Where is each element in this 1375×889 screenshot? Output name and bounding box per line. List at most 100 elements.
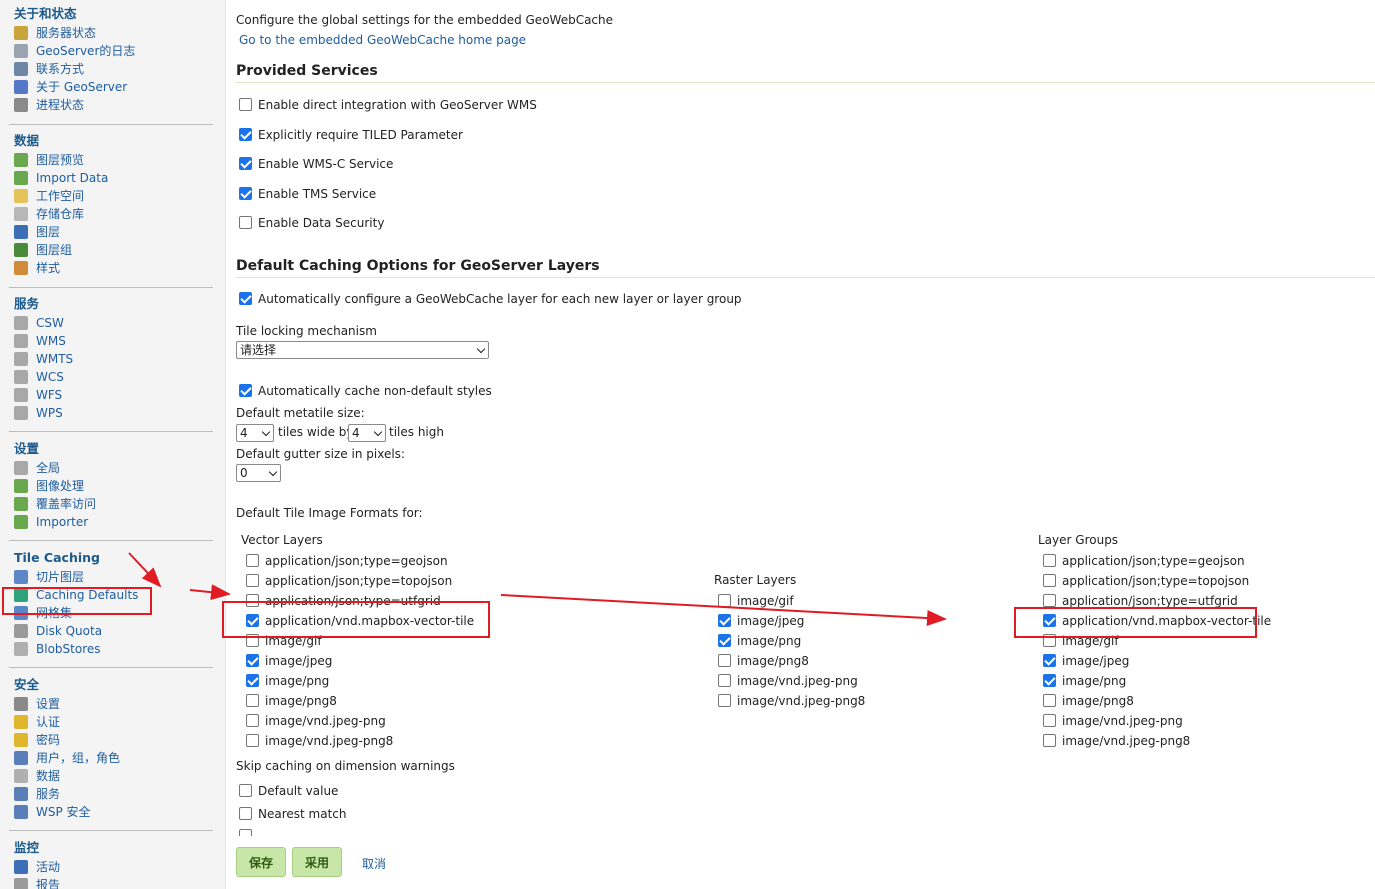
option-checkbox[interactable] — [239, 216, 252, 229]
option-checkbox[interactable] — [239, 98, 252, 111]
sidebar-item[interactable]: 图像处理 — [9, 477, 214, 495]
apply-button[interactable]: 采用 — [292, 847, 342, 877]
option-checkbox[interactable] — [1043, 734, 1056, 747]
sidebar-item[interactable]: 工作空间 — [9, 187, 214, 205]
sidebar-item[interactable]: 服务 — [9, 785, 214, 803]
sidebar-item[interactable]: 关于 GeoServer — [9, 78, 214, 96]
checkbox-option[interactable]: image/vnd.jpeg-png8 — [718, 692, 865, 710]
checkbox-option[interactable]: Enable TMS Service — [239, 185, 376, 203]
checkbox-option[interactable]: application/json;type=geojson — [1043, 552, 1245, 570]
sidebar-item[interactable]: 全局 — [9, 459, 214, 477]
sidebar-item[interactable]: Import Data — [9, 169, 214, 187]
option-checkbox[interactable] — [239, 784, 252, 797]
checkbox-option[interactable]: image/vnd.jpeg-png — [1043, 712, 1183, 730]
metatile-wide-select[interactable]: 4 — [236, 424, 274, 442]
sidebar-item[interactable]: 切片图层 — [9, 568, 214, 586]
checkbox-option[interactable]: image/png — [718, 632, 801, 650]
option-checkbox[interactable] — [718, 634, 731, 647]
sidebar-item[interactable]: GeoServer的日志 — [9, 42, 214, 60]
sidebar-item[interactable]: 图层预览 — [9, 151, 214, 169]
option-checkbox[interactable] — [718, 694, 731, 707]
sidebar-item[interactable]: 服务器状态 — [9, 24, 214, 42]
checkbox-option[interactable]: application/json;type=topojson — [246, 572, 452, 590]
option-checkbox[interactable] — [246, 694, 259, 707]
option-checkbox[interactable] — [718, 614, 731, 627]
option-checkbox[interactable] — [1043, 694, 1056, 707]
option-checkbox[interactable] — [246, 554, 259, 567]
checkbox-option[interactable]: application/json;type=topojson — [1043, 572, 1249, 590]
option-checkbox[interactable] — [239, 157, 252, 170]
sidebar-item[interactable]: 图层组 — [9, 241, 214, 259]
cancel-link[interactable]: 取消 — [362, 855, 386, 872]
checkbox-option[interactable]: Explicitly require TILED Parameter — [239, 126, 463, 144]
checkbox-option[interactable]: image/jpeg — [1043, 652, 1129, 670]
option-checkbox[interactable] — [718, 594, 731, 607]
checkbox-option[interactable]: image/vnd.jpeg-png — [246, 712, 386, 730]
option-checkbox[interactable] — [246, 674, 259, 687]
checkbox-option[interactable]: Enable direct integration with GeoServer… — [239, 96, 537, 114]
sidebar-item[interactable]: WCS — [9, 368, 214, 386]
sidebar-item[interactable]: 报告 — [9, 876, 214, 889]
auto-configure-checkbox[interactable] — [239, 292, 252, 305]
option-checkbox[interactable] — [246, 574, 259, 587]
checkbox-option[interactable]: image/vnd.jpeg-png8 — [246, 732, 393, 750]
option-checkbox[interactable] — [718, 654, 731, 667]
auto-cache-styles-option[interactable]: Automatically cache non-default styles — [239, 382, 492, 400]
sidebar-item[interactable]: 密码 — [9, 731, 214, 749]
checkbox-option[interactable]: image/jpeg — [246, 652, 332, 670]
checkbox-option[interactable]: Enable Data Security — [239, 214, 384, 232]
tile-locking-select[interactable]: 请选择 — [236, 341, 489, 359]
option-checkbox[interactable] — [718, 674, 731, 687]
checkbox-option[interactable]: image/vnd.jpeg-png — [718, 672, 858, 690]
option-checkbox[interactable] — [1043, 674, 1056, 687]
checkbox-option[interactable]: image/png8 — [718, 652, 809, 670]
checkbox-option[interactable]: image/png — [246, 672, 329, 690]
checkbox-option[interactable]: image/jpeg — [718, 612, 804, 630]
sidebar-item[interactable]: Importer — [9, 513, 214, 531]
sidebar-item[interactable]: WMS — [9, 332, 214, 350]
metatile-high-select[interactable]: 4 — [348, 424, 386, 442]
checkbox-option[interactable]: image/png8 — [1043, 692, 1134, 710]
checkbox-option[interactable]: image/png — [1043, 672, 1126, 690]
checkbox-option[interactable]: application/json;type=geojson — [246, 552, 448, 570]
sidebar-item[interactable]: 活动 — [9, 858, 214, 876]
checkbox-option[interactable]: image/gif — [718, 592, 794, 610]
auto-configure-option[interactable]: Automatically configure a GeoWebCache la… — [239, 290, 742, 308]
sidebar-item[interactable]: 设置 — [9, 695, 214, 713]
option-checkbox[interactable] — [246, 734, 259, 747]
option-checkbox[interactable] — [246, 654, 259, 667]
option-checkbox[interactable] — [1043, 714, 1056, 727]
sidebar-item[interactable]: WFS — [9, 386, 214, 404]
checkbox-option[interactable]: Enable WMS-C Service — [239, 155, 393, 173]
sidebar-item[interactable]: CSW — [9, 314, 214, 332]
sidebar-item[interactable]: 联系方式 — [9, 60, 214, 78]
sidebar-item[interactable]: WSP 安全 — [9, 803, 214, 821]
option-checkbox[interactable] — [239, 807, 252, 820]
option-checkbox[interactable] — [239, 186, 252, 200]
sidebar-item[interactable]: 覆盖率访问 — [9, 495, 214, 513]
sidebar-item[interactable]: 存储仓库 — [9, 205, 214, 223]
save-button[interactable]: 保存 — [236, 847, 286, 877]
checkbox-option[interactable]: Nearest match — [239, 805, 347, 823]
checkbox-option[interactable]: image/vnd.jpeg-png8 — [1043, 732, 1190, 750]
option-checkbox[interactable] — [1043, 654, 1056, 667]
option-checkbox[interactable] — [1043, 574, 1056, 587]
geowebcache-home-link[interactable]: Go to the embedded GeoWebCache home page — [239, 33, 526, 47]
option-checkbox[interactable] — [239, 127, 252, 141]
option-checkbox[interactable] — [1043, 594, 1056, 607]
sidebar-item[interactable]: 用户，组，角色 — [9, 749, 214, 767]
sidebar-item[interactable]: Disk Quota — [9, 622, 214, 640]
sidebar-item[interactable]: WMTS — [9, 350, 214, 368]
sidebar-item[interactable]: 样式 — [9, 259, 214, 277]
sidebar-item[interactable]: 认证 — [9, 713, 214, 731]
option-checkbox[interactable] — [1043, 554, 1056, 567]
checkbox-option[interactable]: Default value — [239, 782, 338, 800]
gutter-select[interactable]: 0 — [236, 464, 281, 482]
sidebar-item[interactable]: 图层 — [9, 223, 214, 241]
sidebar-item[interactable]: WPS — [9, 404, 214, 422]
option-checkbox[interactable] — [246, 714, 259, 727]
sidebar-item[interactable]: 数据 — [9, 767, 214, 785]
sidebar-item[interactable]: BlobStores — [9, 640, 214, 658]
checkbox-option[interactable]: image/png8 — [246, 692, 337, 710]
sidebar-item[interactable]: 进程状态 — [9, 96, 214, 114]
